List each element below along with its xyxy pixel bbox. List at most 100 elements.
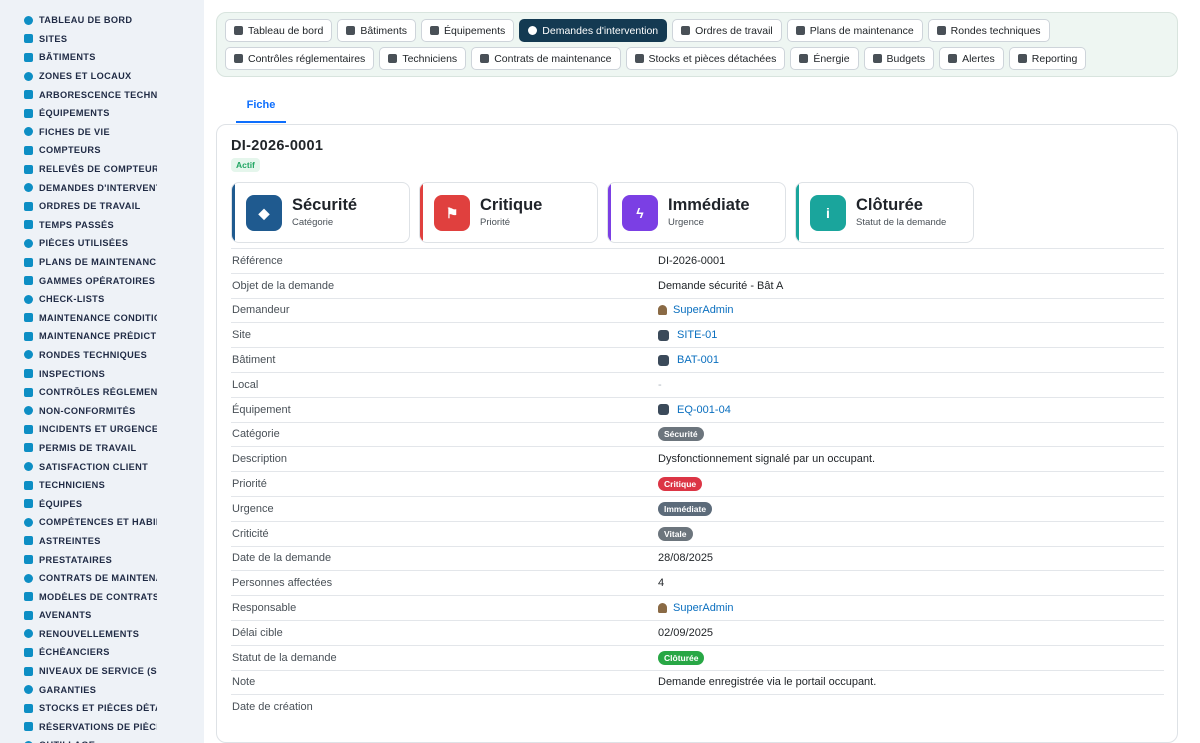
sidebar-item[interactable]: RÉSERVATIONS DE PIÈCES (0, 718, 204, 737)
sidebar-item[interactable]: ÉQUIPEMENTS (0, 104, 204, 123)
sidebar-item[interactable]: DEMANDES D'INTERVENTION (0, 178, 204, 197)
file-contract-icon (24, 573, 33, 583)
sidebar-item[interactable]: TECHNICIENS (0, 476, 204, 495)
nav-button[interactable]: Reporting (1008, 47, 1087, 70)
row-personnes: Personnes affectées 4 (231, 570, 1164, 595)
sidebar-item[interactable]: ZONES ET LOCAUX (0, 67, 204, 86)
sidebar-item[interactable]: COMPÉTENCES ET HABILITATIONS (0, 513, 204, 532)
sidebar-item[interactable]: GARANTIES (0, 680, 204, 699)
field-label: Bâtiment (232, 354, 276, 367)
sidebar-item[interactable]: RENOUVELLEMENTS (0, 625, 204, 644)
reference-value: DI-2026-0001 (658, 254, 726, 267)
sidebar-item[interactable]: COMPTEURS (0, 141, 204, 160)
sidebar-item[interactable]: OUTILLAGE (0, 736, 204, 743)
sidebar-item[interactable]: PERMIS DE TRAVAIL (0, 439, 204, 458)
bell-icon (948, 54, 958, 63)
nav-button[interactable]: Rondes techniques (927, 19, 1050, 42)
nav-button[interactable]: Équipements (421, 19, 515, 42)
gauge-icon (24, 145, 33, 155)
sidebar-item[interactable]: SATISFACTION CLIENT (0, 457, 204, 476)
equipement-link[interactable]: EQ-001-04 (677, 404, 731, 416)
summary-card: i Clôturée Statut de la demande (795, 182, 974, 243)
summary-card-value: Immédiate (668, 196, 750, 214)
sidebar-item[interactable]: PRESTATAIRES (0, 550, 204, 569)
file-edit-icon (24, 610, 33, 620)
sidebar-item[interactable]: AVENANTS (0, 606, 204, 625)
sidebar-item-label: RONDES TECHNIQUES (39, 349, 148, 360)
sidebar-item[interactable]: NON-CONFORMITÉS (0, 401, 204, 420)
nav-button[interactable]: Contrats de maintenance (471, 47, 621, 70)
entity-link-icon (658, 329, 669, 341)
nav-button[interactable]: Alertes (939, 47, 1004, 70)
sidebar-item[interactable]: INCIDENTS ET URGENCES (0, 420, 204, 439)
sidebar-item[interactable]: CONTRATS DE MAINTENANCE (0, 569, 204, 588)
nav-button[interactable]: Ordres de travail (672, 19, 782, 42)
nav-button[interactable]: Budgets (863, 47, 935, 70)
tab-bar: Fiche (236, 96, 286, 124)
nav-button[interactable]: Techniciens (379, 47, 467, 70)
sidebar-item[interactable]: NIVEAUX DE SERVICE (SLA) (0, 662, 204, 681)
nav-button-label: Rondes techniques (950, 24, 1041, 37)
delai-value: 02/09/2025 (658, 626, 714, 639)
sidebar-item[interactable]: PLANS DE MAINTENANCE (0, 253, 204, 272)
sidebar-item-label: CHECK-LISTS (39, 294, 105, 305)
sidebar-item[interactable]: GAMMES OPÉRATOIRES (0, 271, 204, 290)
record-card: DI-2026-0001 Actif ◆ Sécurité Catégorie ⚑ Cr… (216, 124, 1178, 743)
sidebar-item[interactable]: SITES (0, 30, 204, 49)
sidebar-item[interactable]: ÉQUIPES (0, 494, 204, 513)
sidebar-item-label: RÉSERVATIONS DE PIÈCES (39, 721, 157, 732)
sidebar-item[interactable]: TABLEAU DE BORD (0, 11, 204, 30)
search-icon (24, 369, 33, 379)
site-link[interactable]: SITE-01 (677, 329, 717, 341)
batiment-value: BAT-001 (658, 354, 719, 366)
nav-button[interactable]: Stocks et pièces détachées (625, 47, 786, 70)
sidebar-item[interactable]: RONDES TECHNIQUES (0, 346, 204, 365)
nav-button[interactable]: Demandes d'intervention (519, 19, 668, 42)
sidebar-item-label: STOCKS ET PIÈCES DÉTACHÉES (39, 703, 157, 714)
sidebar-item[interactable]: STOCKS ET PIÈCES DÉTACHÉES (0, 699, 204, 718)
sidebar-item-label: PLANS DE MAINTENANCE (39, 257, 157, 268)
sidebar-item[interactable]: RELEVÉS DE COMPTEURS (0, 160, 204, 179)
summary-card-value: Clôturée (856, 196, 923, 214)
nav-button[interactable]: Plans de maintenance (786, 19, 923, 42)
sidebar-item[interactable]: TEMPS PASSÉS (0, 216, 204, 235)
sidebar-item[interactable]: PIÈCES UTILISÉES (0, 234, 204, 253)
sidebar-item[interactable]: ASTREINTES (0, 532, 204, 551)
site-value: SITE-01 (658, 329, 717, 341)
sidebar-item-label: SATISFACTION CLIENT (39, 461, 149, 472)
sidebar-item[interactable]: CHECK-LISTS (0, 290, 204, 309)
sidebar-item[interactable]: ORDRES DE TRAVAIL (0, 197, 204, 216)
summary-card: ⚑ Critique Priorité (419, 182, 598, 243)
sidebar-item[interactable]: FICHES DE VIE (0, 123, 204, 142)
responsable-link[interactable]: SuperAdmin (673, 602, 734, 614)
sidebar-item[interactable]: MAINTENANCE CONDITIONNELLE (0, 309, 204, 328)
demandeur-link[interactable]: SuperAdmin (673, 304, 734, 316)
sidebar-item-label: PERMIS DE TRAVAIL (39, 442, 137, 453)
row-responsable: Responsable SuperAdmin (231, 595, 1164, 620)
nav-button[interactable]: Bâtiments (337, 19, 416, 42)
sidebar-item-label: PIÈCES UTILISÉES (39, 238, 129, 249)
sidebar-item-label: BÂTIMENTS (39, 52, 96, 63)
history-icon (24, 127, 33, 137)
sidebar-item[interactable]: MODÈLES DE CONTRATS (0, 587, 204, 606)
tab-fiche[interactable]: Fiche (236, 96, 286, 123)
nav-button[interactable]: Contrôles réglementaires (225, 47, 375, 70)
money-icon (872, 54, 882, 63)
row-delai: Délai cible 02/09/2025 (231, 619, 1164, 645)
sidebar-item[interactable]: ÉCHÉANCIERS (0, 643, 204, 662)
batiment-link[interactable]: BAT-001 (677, 354, 719, 366)
user-icon (658, 603, 667, 614)
row-site: Site SITE-01 (231, 322, 1164, 347)
nav-button[interactable]: Énergie (790, 47, 859, 70)
sidebar-item[interactable]: INSPECTIONS (0, 364, 204, 383)
sidebar-item[interactable]: MAINTENANCE PRÉDICTIVE (0, 327, 204, 346)
gears-icon (24, 108, 33, 118)
nav-button[interactable]: Tableau de bord (225, 19, 333, 42)
sidebar-item-label: AVENANTS (39, 610, 92, 621)
sidebar-item-label: CONTRATS DE MAINTENANCE (39, 573, 157, 584)
building-icon (346, 26, 356, 35)
certificate-icon (24, 517, 33, 527)
sidebar-item[interactable]: ARBORESCENCE TECHNIQUE (0, 85, 204, 104)
sidebar-item[interactable]: CONTRÔLES RÉGLEMENTAIRES (0, 383, 204, 402)
sidebar-item[interactable]: BÂTIMENTS (0, 48, 204, 67)
